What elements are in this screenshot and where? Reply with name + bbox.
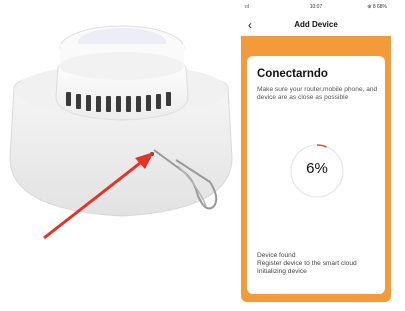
connecting-hint: Make sure your router,mobile phone, and … bbox=[257, 86, 378, 102]
step-device-found: Device found bbox=[257, 252, 296, 259]
step-initializing: Initializing device bbox=[257, 268, 307, 275]
smoke-detector-photo bbox=[9, 25, 233, 240]
status-bar: ııl 10:07 ⊕ 8 68% bbox=[241, 0, 391, 14]
step-list: Device found Register device to the smar… bbox=[257, 252, 381, 276]
phone-screen: ııl 10:07 ⊕ 8 68% ‹ Add Device Conectarn… bbox=[241, 0, 391, 302]
battery-indicator: ⊕ 8 68% bbox=[367, 4, 387, 10]
step-register-cloud: Register device to the smart cloud bbox=[257, 260, 357, 267]
connecting-title: Conectarndo bbox=[257, 68, 328, 80]
connecting-card: Conectarndo Make sure your router,mobile… bbox=[247, 56, 385, 294]
add-device-screen: ııl 10:07 ⊕ 8 68% ‹ Add Device Conectarn… bbox=[241, 0, 391, 302]
progress-arc bbox=[316, 144, 327, 148]
nav-bar: ‹ Add Device bbox=[241, 14, 391, 36]
progress-percent: 6% bbox=[306, 160, 328, 177]
page-title: Add Device bbox=[294, 20, 338, 29]
